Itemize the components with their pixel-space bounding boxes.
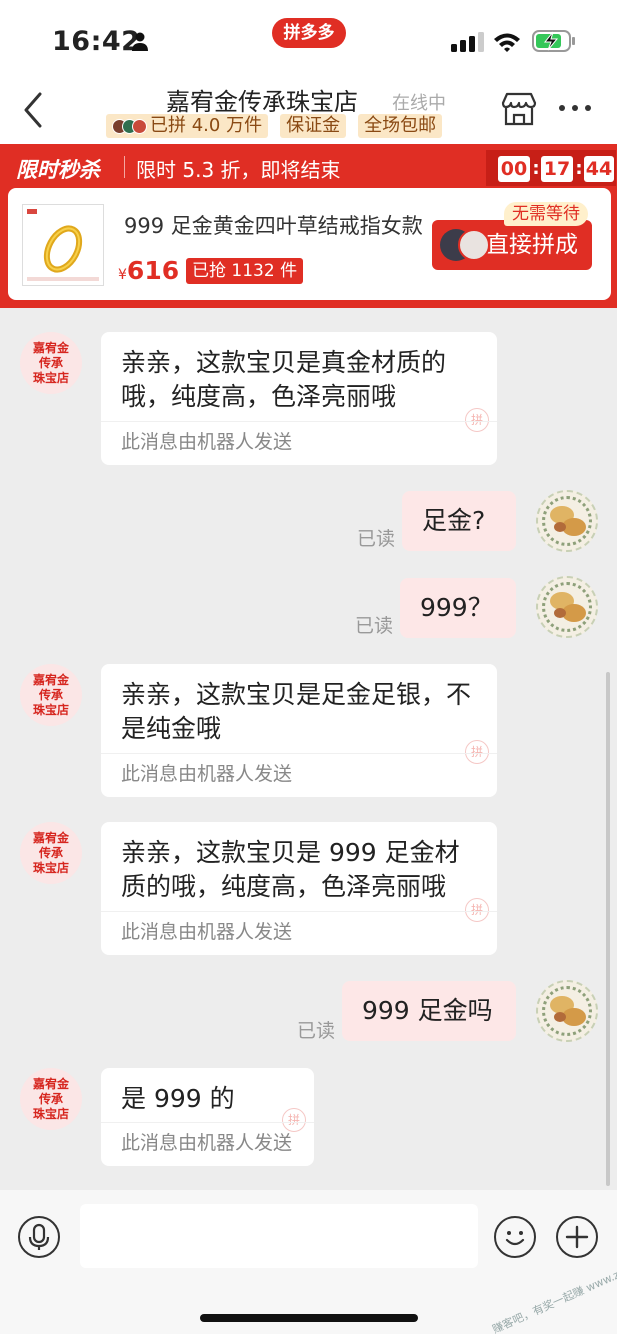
microphone-icon (28, 1223, 50, 1250)
sold-count-badge: 已抢 1132 件 (186, 258, 304, 284)
direct-group-buy-button[interactable]: 直接拼成 (432, 220, 592, 270)
app-badge: 拼多多 (272, 18, 346, 48)
smiley-icon (505, 1231, 525, 1246)
bot-note: 此消息由机器人发送 (101, 911, 497, 955)
status-time: 16:42 (52, 26, 141, 57)
countdown-seconds: 44 (584, 156, 614, 182)
flash-sale-label: 限时秒杀 (16, 158, 100, 182)
flash-sale-text: 限时 5.3 折，即将结束 (136, 158, 341, 182)
avatar-bear (554, 608, 566, 618)
buyer-avatars (112, 118, 147, 134)
shop-message-bubble[interactable]: 亲亲，这款宝贝是足金足银，不是纯金哦 拼 此消息由机器人发送 (101, 664, 497, 797)
shop-avatar-text: 嘉宥金 传承 珠宝店 (32, 831, 69, 875)
bot-note: 此消息由机器人发送 (101, 753, 497, 797)
user-avatar[interactable] (536, 490, 598, 552)
no-wait-badge: 无需等待 (504, 202, 588, 226)
chat-header: 嘉宥金传承珠宝店 在线中 已拼 4.0 万件 保证金 全场包邮 (0, 80, 617, 144)
shop-avatar[interactable]: 嘉宥金 传承 珠宝店 (20, 664, 82, 726)
wifi-icon (494, 33, 520, 52)
buy-button-label: 直接拼成 (486, 232, 578, 258)
back-arrow-icon[interactable] (18, 90, 48, 130)
shop-message-bubble[interactable]: 亲亲，这款宝贝是 999 足金材质的哦，纯度高，色泽亮丽哦 拼 此消息由机器人发… (101, 822, 497, 955)
tag-deposit: 保证金 (280, 114, 347, 138)
store-icon[interactable] (500, 92, 538, 126)
gold-ring-image (27, 209, 99, 281)
message-text: 是 999 的 (121, 1084, 235, 1113)
shop-avatar-text: 嘉宥金 传承 珠宝店 (32, 1077, 69, 1121)
read-label: 已读 (297, 1020, 336, 1042)
message-text: 亲亲，这款宝贝是足金足银，不是纯金哦 (121, 680, 472, 743)
shop-tags: 已拼 4.0 万件 保证金 全场包邮 (106, 114, 443, 138)
product-price: ¥616 (118, 256, 179, 285)
flash-sale-divider (124, 156, 125, 178)
user-message-bubble[interactable]: 足金? (402, 491, 516, 551)
voice-input-button[interactable] (18, 1216, 60, 1258)
shop-avatar-text: 嘉宥金 传承 珠宝店 (32, 673, 69, 717)
signal-icon (451, 32, 484, 52)
shop-avatar[interactable]: 嘉宥金 传承 珠宝店 (20, 332, 82, 394)
avatar-bear (554, 1012, 566, 1022)
user-avatar[interactable] (536, 576, 598, 638)
shop-title[interactable]: 嘉宥金传承珠宝店 (166, 82, 358, 117)
avatar-bear (554, 522, 566, 532)
countdown-hours: 00 (498, 156, 530, 182)
tag-group-buy-count: 已拼 4.0 万件 (106, 114, 269, 138)
currency-symbol: ¥ (118, 267, 127, 283)
shop-avatar[interactable]: 嘉宥金 传承 珠宝店 (20, 1068, 82, 1130)
read-label: 已读 (357, 528, 396, 550)
input-bar: 赚客吧，有奖一起赚 www.zuanke8.com (0, 1190, 617, 1334)
chat-messages[interactable]: 嘉宥金 传承 珠宝店 亲亲，这款宝贝是真金材质的哦，纯度高，色泽亮丽哦 拼 此消… (0, 308, 617, 1190)
tag-group-buy-label: 已拼 4.0 万件 (150, 115, 263, 136)
product-name[interactable]: 999 足金黄金四叶草结戒指女款 (124, 210, 424, 240)
online-status: 在线中 (392, 93, 446, 114)
shop-avatar[interactable]: 嘉宥金 传承 珠宝店 (20, 822, 82, 884)
user-message-bubble[interactable]: 999 足金吗 (342, 981, 516, 1041)
message-input[interactable] (80, 1204, 478, 1268)
more-actions-button[interactable] (556, 1216, 598, 1258)
chat-scrollbar[interactable] (606, 672, 610, 1186)
bot-note: 此消息由机器人发送 (101, 421, 497, 465)
user-avatar[interactable] (536, 980, 598, 1042)
person-icon (132, 32, 148, 51)
countdown-timer: 00 : 17 : 44 (486, 150, 616, 186)
shop-message-bubble[interactable]: 亲亲，这款宝贝是真金材质的哦，纯度高，色泽亮丽哦 拼 此消息由机器人发送 (101, 332, 497, 465)
bot-note: 此消息由机器人发送 (101, 1122, 314, 1166)
battery-charging-icon (532, 30, 575, 52)
more-options-icon[interactable] (558, 98, 592, 118)
message-text: 亲亲，这款宝贝是 999 足金材质的哦，纯度高，色泽亮丽哦 (121, 838, 460, 901)
tag-free-shipping: 全场包邮 (358, 114, 443, 138)
product-card[interactable]: 999 足金黄金四叶草结戒指女款 ¥616 已抢 1132 件 无需等待 直接拼… (8, 188, 611, 300)
countdown-colon: : (575, 158, 583, 179)
read-label: 已读 (355, 615, 394, 637)
product-thumbnail[interactable] (22, 204, 104, 286)
price-amount: 616 (126, 256, 180, 285)
user-message-bubble[interactable]: 999？ (400, 578, 516, 638)
buyer-avatar (458, 229, 490, 261)
message-text: 亲亲，这款宝贝是真金材质的哦，纯度高，色泽亮丽哦 (121, 348, 447, 411)
plus-icon (565, 1225, 589, 1249)
home-indicator[interactable] (200, 1314, 418, 1322)
status-bar: 16:42 拼多多 (0, 0, 617, 80)
shop-avatar-text: 嘉宥金 传承 珠宝店 (32, 341, 69, 385)
emoji-button[interactable] (494, 1216, 536, 1258)
shop-message-bubble[interactable]: 是 999 的 拼 此消息由机器人发送 (101, 1068, 314, 1166)
countdown-colon: : (532, 158, 540, 179)
countdown-minutes: 17 (541, 156, 573, 182)
